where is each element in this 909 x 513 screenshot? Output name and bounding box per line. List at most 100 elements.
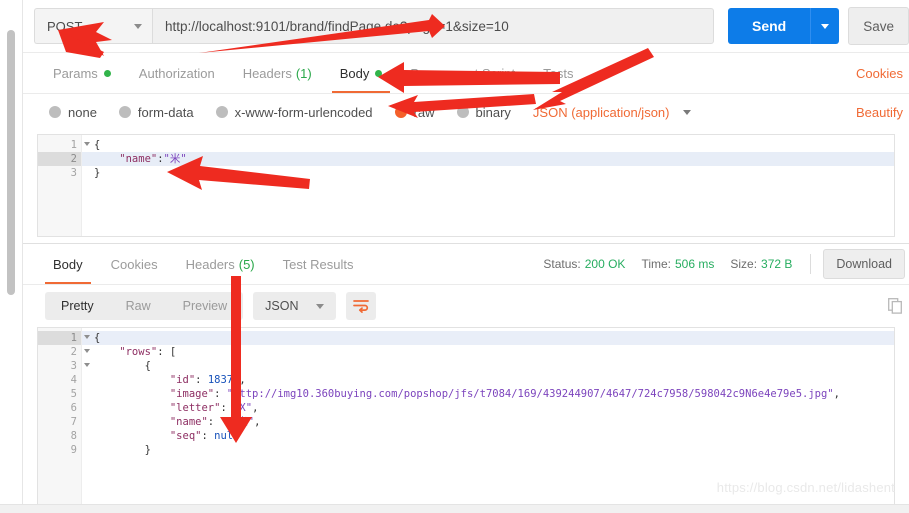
line-number: 7 xyxy=(70,416,77,428)
radio-icon-selected xyxy=(394,106,407,118)
view-mode-pretty[interactable]: Pretty xyxy=(45,292,110,320)
request-url-input[interactable]: http://localhost:9101/brand/findPage.do?… xyxy=(152,8,714,44)
copy-response-button[interactable] xyxy=(888,298,909,314)
code-line[interactable]: { xyxy=(82,138,894,152)
response-body-editor[interactable]: 1234 5 6 7 8 9 { "rows": [ { "id": 18374, "im… xyxy=(37,327,895,513)
code-token: , xyxy=(252,402,259,414)
code-line[interactable]: "name":"米" xyxy=(82,152,894,166)
body-type-form-data[interactable]: form-data xyxy=(118,105,194,120)
code-token: : xyxy=(201,430,215,442)
request-editor-code[interactable]: { "name":"米"} xyxy=(82,135,894,236)
code-line[interactable]: "seq": null xyxy=(82,429,894,443)
tab-label: Headers xyxy=(242,65,292,81)
code-token: "image" xyxy=(94,388,215,400)
word-wrap-toggle-button[interactable] xyxy=(346,292,377,320)
tab-params[interactable]: Params xyxy=(39,53,125,93)
body-type-raw[interactable]: raw xyxy=(394,105,435,120)
response-format-select[interactable]: JSON xyxy=(253,292,337,320)
beautify-link[interactable]: Beautify xyxy=(856,105,909,120)
code-token: "letter" xyxy=(94,402,221,414)
code-line[interactable]: "image": "http://img10.360buying.com/pop… xyxy=(82,387,894,401)
tab-authorization[interactable]: Authorization xyxy=(125,53,229,93)
code-token: } xyxy=(94,444,151,456)
response-toolbar: Pretty Raw Preview JSON xyxy=(23,285,909,327)
cookies-link[interactable]: Cookies xyxy=(856,53,909,93)
code-token: { xyxy=(94,332,101,344)
tab-label: Authorization xyxy=(138,65,215,81)
size-value: 372 B xyxy=(761,257,793,271)
body-type-none[interactable]: none xyxy=(49,105,97,120)
tab-headers[interactable]: Headers (1) xyxy=(229,53,326,93)
chevron-down-icon xyxy=(683,109,692,115)
code-line[interactable]: "id": 18374, xyxy=(82,373,894,387)
postman-window: POST http://localhost:9101/brand/findPag… xyxy=(0,0,909,513)
code-line[interactable]: { xyxy=(82,331,894,345)
http-method-select[interactable]: POST xyxy=(34,8,152,44)
code-token: , xyxy=(833,388,840,400)
response-editor-code[interactable]: { "rows": [ { "id": 18374, "image": "htt… xyxy=(82,328,894,513)
code-token: , xyxy=(254,416,261,428)
response-tab-cookies[interactable]: Cookies xyxy=(97,244,172,284)
code-token: : xyxy=(195,374,208,386)
tab-label: Tests xyxy=(543,65,574,81)
code-line[interactable]: "rows": [ xyxy=(82,345,894,359)
content-type-select[interactable]: JSON (application/json) xyxy=(533,105,692,120)
code-line[interactable]: } xyxy=(82,166,894,180)
code-line[interactable]: "letter": "X", xyxy=(82,401,894,415)
status-dot-icon xyxy=(103,69,111,77)
tab-tests[interactable]: Tests xyxy=(529,53,587,93)
code-token: { xyxy=(94,360,151,372)
save-button[interactable]: Save xyxy=(848,7,909,45)
code-token: : xyxy=(220,402,234,414)
tab-body[interactable]: Body xyxy=(326,53,397,93)
tab-label: Headers xyxy=(185,256,235,272)
radio-icon xyxy=(49,106,61,118)
body-type-x-www-form-urlencoded[interactable]: x-www-form-urlencoded xyxy=(215,105,373,120)
line-number: 1 xyxy=(38,138,90,152)
fold-triangle-icon[interactable] xyxy=(84,349,90,353)
code-token: 18374 xyxy=(207,374,240,386)
view-mode-preview[interactable]: Preview xyxy=(167,292,243,320)
fold-triangle-icon[interactable] xyxy=(84,335,90,339)
line-number: 1 xyxy=(38,331,90,345)
code-token: "http://img10.360buying.com/popshop/jfs/… xyxy=(226,388,834,400)
main-pane: POST http://localhost:9101/brand/findPag… xyxy=(23,0,909,513)
code-line[interactable]: "name": "小米", xyxy=(82,415,894,429)
body-type-binary[interactable]: binary xyxy=(456,105,511,120)
code-token: "name" xyxy=(94,416,208,428)
code-token: null xyxy=(214,430,240,442)
fold-triangle-icon[interactable] xyxy=(84,142,90,146)
line-number: 2 xyxy=(38,345,90,359)
view-mode-raw[interactable]: Raw xyxy=(110,292,167,320)
time-label: Time: xyxy=(641,257,671,271)
request-body-editor[interactable]: 123 { "name":"米"} xyxy=(37,134,895,237)
status-dot-icon xyxy=(375,69,383,77)
send-options-button[interactable] xyxy=(810,8,840,44)
radio-label: none xyxy=(68,104,97,120)
code-line[interactable]: { xyxy=(82,359,894,373)
code-token: "seq" xyxy=(94,430,202,442)
response-tab-body[interactable]: Body xyxy=(39,244,97,284)
copy-icon xyxy=(888,298,902,314)
tab-label: Params xyxy=(53,65,98,81)
chevron-down-icon xyxy=(316,303,325,309)
response-view-mode-group: Pretty Raw Preview xyxy=(45,292,244,320)
tab-pre-request-script[interactable]: Pre-request Script xyxy=(396,53,529,93)
code-line[interactable]: } xyxy=(82,443,894,457)
request-editor-line-numbers: 123 xyxy=(38,135,90,236)
radio-icon xyxy=(215,106,228,118)
code-token: : xyxy=(207,416,221,428)
download-button[interactable]: Download xyxy=(823,249,905,279)
vertical-scrollbar-thumb[interactable] xyxy=(7,30,15,295)
fold-triangle-icon[interactable] xyxy=(84,363,90,367)
request-url-value: http://localhost:9101/brand/findPage.do?… xyxy=(165,18,509,34)
response-tab-headers[interactable]: Headers (5) xyxy=(172,244,269,284)
line-number: 2 xyxy=(38,152,81,166)
request-url-bar: POST http://localhost:9101/brand/findPag… xyxy=(23,0,909,53)
time-value: 506 ms xyxy=(675,257,715,271)
send-button[interactable]: Send xyxy=(727,8,811,44)
response-tab-test-results[interactable]: Test Results xyxy=(269,244,368,284)
tab-count: (5) xyxy=(238,256,255,272)
line-number: 9 xyxy=(70,444,77,456)
code-token: "rows" xyxy=(94,346,158,358)
